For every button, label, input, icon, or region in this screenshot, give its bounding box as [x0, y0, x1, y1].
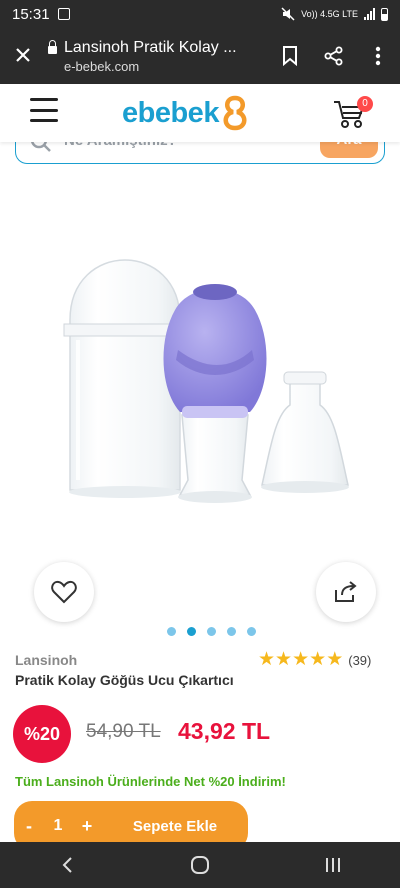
cart-button[interactable]: 0	[332, 96, 376, 130]
site-header: ebebek 0	[0, 84, 400, 142]
status-bar: 15:31 Vo)) 4.5G LTE	[0, 0, 400, 28]
nav-home-button[interactable]	[170, 842, 230, 888]
bookmark-icon	[283, 46, 297, 66]
add-to-cart-button[interactable]: Sepete Ekle	[102, 818, 248, 835]
image-carousel-dots	[167, 627, 256, 636]
share-page-button[interactable]	[312, 46, 356, 66]
status-time: 15:31	[12, 5, 50, 23]
old-price: 54,90 TL	[86, 721, 161, 742]
carousel-dot[interactable]	[167, 627, 176, 636]
share-product-button[interactable]	[316, 562, 376, 622]
menu-button[interactable]	[30, 98, 58, 122]
product-name: Pratik Kolay Göğüs Ucu Çıkartıcı	[15, 672, 234, 688]
close-tab-button[interactable]	[0, 43, 46, 69]
carousel-dot[interactable]	[227, 627, 236, 636]
rating-count: (39)	[348, 652, 372, 668]
discount-badge: %20	[13, 705, 71, 763]
menu-icon-line	[30, 98, 58, 101]
url-box[interactable]: Lansinoh Pratik Kolay ... e-bebek.com	[46, 39, 268, 74]
system-nav-bar	[0, 842, 400, 888]
logo-text: ebebek	[122, 96, 219, 129]
logo-mark-icon	[223, 95, 247, 131]
network-label: Vo)) 4.5G LTE	[301, 9, 358, 19]
more-vertical-icon	[375, 46, 381, 66]
site-logo[interactable]: ebebek	[122, 92, 251, 134]
carousel-dot[interactable]	[247, 627, 256, 636]
share-arrow-icon	[335, 581, 357, 602]
carousel-dot[interactable]	[207, 627, 216, 636]
menu-icon-line	[30, 119, 58, 122]
back-chevron-icon	[62, 857, 72, 873]
status-indicators: Vo)) 4.5G LTE	[281, 7, 388, 21]
browser-menu-button[interactable]	[356, 46, 400, 66]
promo-text[interactable]: Tüm Lansinoh Ürünlerinde Net %20 İndirim…	[15, 774, 286, 789]
star-icon: ★	[275, 649, 293, 670]
rating-stars: ★★★★★	[258, 650, 343, 670]
cart-count-badge: 0	[357, 96, 373, 112]
nav-back-button[interactable]	[37, 842, 97, 888]
battery-icon	[381, 7, 388, 21]
favorite-button[interactable]	[34, 562, 94, 622]
product-image[interactable]	[30, 200, 380, 560]
quantity-decrease-button[interactable]: -	[14, 816, 44, 837]
star-icon: ★	[258, 649, 276, 670]
star-icon: ★	[326, 649, 344, 670]
mute-icon	[281, 7, 295, 21]
browser-toolbar: Lansinoh Pratik Kolay ... e-bebek.com	[0, 28, 400, 84]
page-domain: e-bebek.com	[64, 58, 140, 74]
close-icon	[16, 48, 30, 62]
notification-icon	[57, 8, 70, 20]
page-title: Lansinoh Pratik Kolay ...	[64, 38, 237, 56]
heart-icon	[51, 580, 77, 604]
signal-icon	[364, 8, 375, 20]
star-icon: ★	[309, 649, 327, 670]
product-brand[interactable]: Lansinoh	[15, 652, 77, 668]
carousel-dot[interactable]	[187, 627, 196, 636]
current-price: 43,92 TL	[178, 718, 271, 744]
share-icon	[324, 46, 343, 66]
home-icon	[190, 856, 209, 874]
bookmark-button[interactable]	[268, 46, 312, 66]
recents-icon	[326, 858, 341, 872]
menu-icon-line	[30, 108, 58, 112]
quantity-increase-button[interactable]: +	[72, 816, 102, 837]
quantity-value[interactable]: 1	[44, 817, 72, 835]
product-rating[interactable]: ★★★★★ (39)	[258, 650, 371, 670]
star-icon: ★	[292, 649, 310, 670]
lock-icon	[48, 39, 57, 54]
nav-recents-button[interactable]	[303, 842, 363, 888]
